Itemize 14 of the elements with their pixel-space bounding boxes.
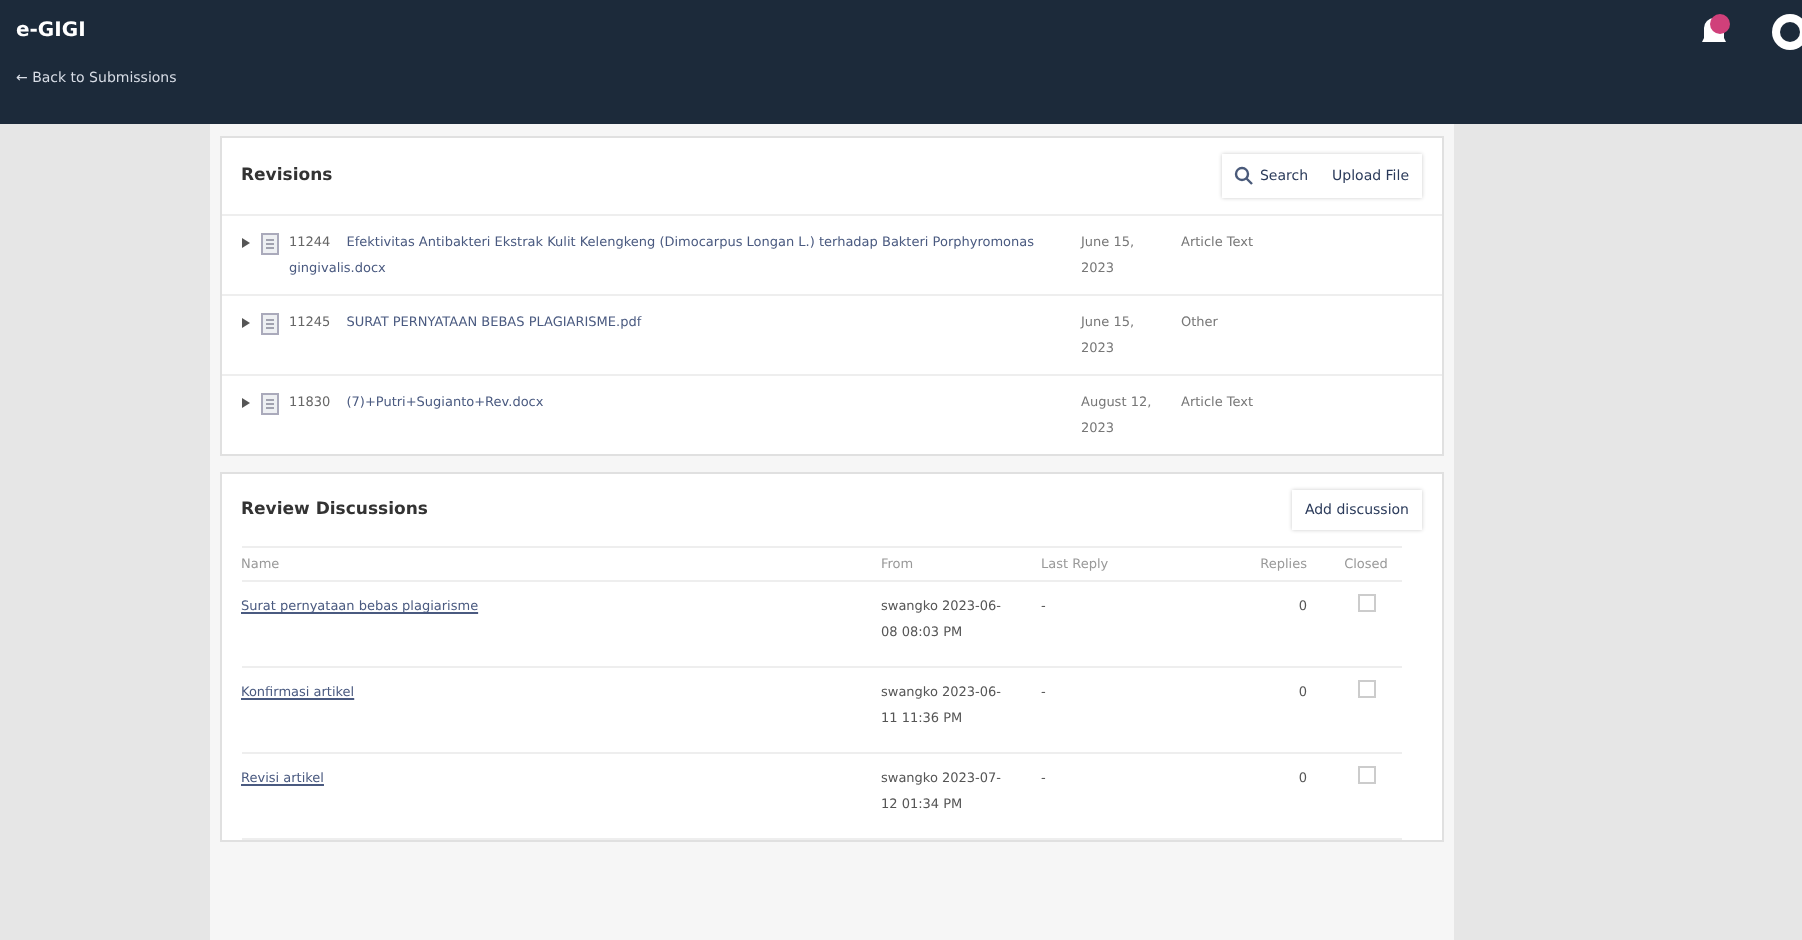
section-title: Review Discussions (241, 500, 428, 520)
expand-icon[interactable] (241, 238, 249, 248)
file-icon (259, 232, 279, 256)
closed-checkbox[interactable] (1357, 594, 1375, 612)
search-icon (1233, 166, 1254, 186)
site-title: e-GIGI (16, 20, 88, 42)
closed-checkbox[interactable] (1357, 766, 1375, 784)
closed-checkbox[interactable] (1357, 680, 1375, 698)
expand-icon[interactable] (241, 318, 249, 328)
file-icon (259, 392, 279, 416)
file-icon (259, 312, 279, 336)
expand-icon[interactable] (241, 398, 249, 408)
user-avatar-icon[interactable] (1770, 12, 1802, 52)
section-title: Revisions (241, 166, 333, 186)
